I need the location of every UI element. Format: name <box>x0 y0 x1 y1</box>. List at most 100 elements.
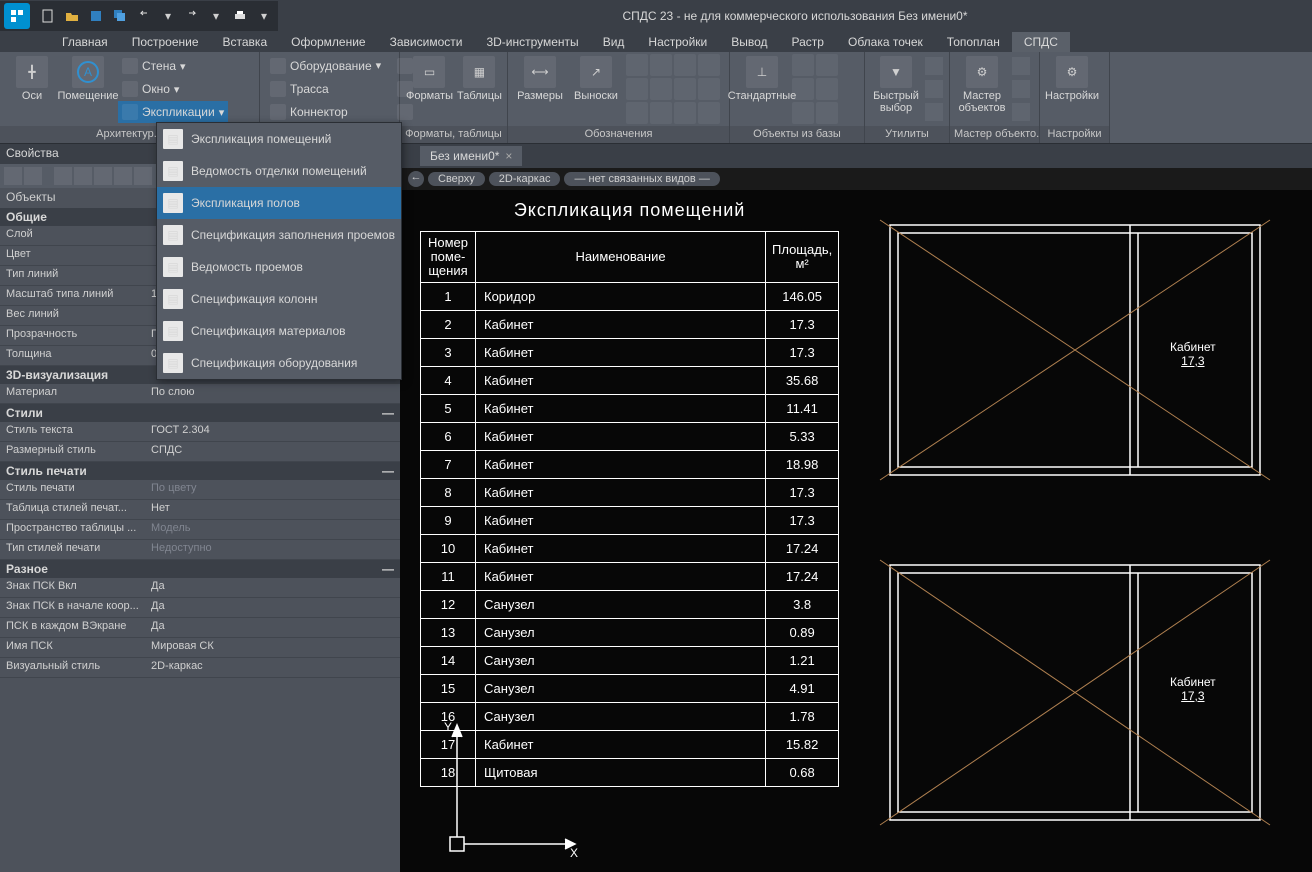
ribbon-tab[interactable]: Главная <box>50 32 120 52</box>
ribbon-tab[interactable]: Облака точек <box>836 32 935 52</box>
breadcrumb-item[interactable]: 2D-каркас <box>489 172 561 186</box>
prop-tool-icon[interactable] <box>134 167 152 185</box>
prop-row[interactable]: МатериалПо слою <box>0 384 400 404</box>
prop-row[interactable]: Таблица стилей печат...Нет <box>0 500 400 520</box>
collapse-icon[interactable]: — <box>382 464 394 478</box>
ribbon-tab[interactable]: Оформление <box>279 32 377 52</box>
leaders-button[interactable]: ↗Выноски <box>570 54 622 124</box>
notation-icon[interactable] <box>674 54 696 76</box>
model-space[interactable]: Экспликация помещений Номер поме- щения … <box>400 190 1312 872</box>
dropdown-item[interactable]: ▤Спецификация материалов <box>157 315 401 347</box>
prop-value[interactable]: Нет <box>145 500 400 519</box>
connector-button[interactable]: Коннектор <box>266 101 385 123</box>
notation-icon[interactable] <box>626 102 648 124</box>
prop-row[interactable]: Визуальный стиль2D-каркас <box>0 658 400 678</box>
app-logo[interactable] <box>4 3 30 29</box>
document-tab[interactable]: Без имени0*× <box>420 146 522 166</box>
open-icon[interactable] <box>62 6 82 26</box>
prop-value[interactable]: СПДС <box>145 442 400 461</box>
dropdown-item[interactable]: ▤Экспликация полов <box>157 187 401 219</box>
notation-icon[interactable] <box>626 54 648 76</box>
ribbon-tab[interactable]: СПДС <box>1012 32 1070 52</box>
dropdown-item[interactable]: ▤Спецификация оборудования <box>157 347 401 379</box>
dropdown-item[interactable]: ▤Экспликация помещений <box>157 123 401 155</box>
notation-icon[interactable] <box>674 78 696 100</box>
prop-section-header[interactable]: Стиль печати— <box>0 462 400 480</box>
quick-select-button[interactable]: ▼Быстрый выбор <box>871 54 921 124</box>
prop-value[interactable]: Да <box>145 618 400 637</box>
collapse-icon[interactable]: — <box>382 562 394 576</box>
tables-button[interactable]: ▦Таблицы <box>457 54 502 124</box>
prop-section-header[interactable]: Стили— <box>0 404 400 422</box>
undo-dropdown-icon[interactable]: ▾ <box>158 6 178 26</box>
prop-tool-icon[interactable] <box>74 167 92 185</box>
prop-tool-icon[interactable] <box>94 167 112 185</box>
prop-row[interactable]: Имя ПСКМировая СК <box>0 638 400 658</box>
breadcrumb-item[interactable]: ← <box>408 171 424 187</box>
room-button[interactable]: AПомещение <box>62 54 114 124</box>
db-icon[interactable] <box>792 102 814 124</box>
save-icon[interactable] <box>86 6 106 26</box>
db-icon[interactable] <box>792 78 814 100</box>
qat-more-icon[interactable]: ▾ <box>254 6 274 26</box>
prop-row[interactable]: Пространство таблицы ...Модель <box>0 520 400 540</box>
formats-button[interactable]: ▭Форматы <box>406 54 453 124</box>
redo-icon[interactable] <box>182 6 202 26</box>
prop-row[interactable]: ПСК в каждом ВЭкранеДа <box>0 618 400 638</box>
ribbon-tab[interactable]: Построение <box>120 32 211 52</box>
route-button[interactable]: Трасса <box>266 78 385 100</box>
prop-value[interactable]: Недоступно <box>145 540 400 559</box>
util-icon[interactable] <box>925 103 943 121</box>
notation-icon[interactable] <box>674 102 696 124</box>
close-icon[interactable]: × <box>505 149 512 163</box>
prop-section-header[interactable]: Разное— <box>0 560 400 578</box>
dropdown-item[interactable]: ▤Ведомость отделки помещений <box>157 155 401 187</box>
ribbon-tab[interactable]: Растр <box>780 32 836 52</box>
prop-value[interactable]: Да <box>145 598 400 617</box>
prop-value[interactable]: Мировая СК <box>145 638 400 657</box>
db-icon[interactable] <box>816 102 838 124</box>
ribbon-tab[interactable]: Вставка <box>211 32 280 52</box>
notation-icon[interactable] <box>626 78 648 100</box>
prop-value[interactable]: ГОСТ 2.304 <box>145 422 400 441</box>
undo-icon[interactable] <box>134 6 154 26</box>
prop-row[interactable]: Тип стилей печатиНедоступно <box>0 540 400 560</box>
prop-value[interactable]: Да <box>145 578 400 597</box>
prop-tool-icon[interactable] <box>24 167 42 185</box>
explication-button[interactable]: Экспликации ▾ <box>118 101 228 123</box>
prop-row[interactable]: Знак ПСК ВклДа <box>0 578 400 598</box>
notation-icon[interactable] <box>650 102 672 124</box>
new-icon[interactable] <box>38 6 58 26</box>
wiz-icon[interactable] <box>1012 57 1030 75</box>
breadcrumb-item[interactable]: — нет связанных видов — <box>564 172 719 186</box>
util-icon[interactable] <box>925 80 943 98</box>
wiz-icon[interactable] <box>1012 80 1030 98</box>
standard-button[interactable]: ⊥Стандартные <box>736 54 788 124</box>
dropdown-item[interactable]: ▤Ведомость проемов <box>157 251 401 283</box>
prop-value[interactable]: По слою <box>145 384 400 403</box>
dropdown-item[interactable]: ▤Спецификация заполнения проемов <box>157 219 401 251</box>
settings-button[interactable]: ⚙Настройки <box>1046 54 1098 124</box>
saveall-icon[interactable] <box>110 6 130 26</box>
ribbon-tab[interactable]: Топоплан <box>935 32 1012 52</box>
ribbon-tab[interactable]: Настройки <box>636 32 719 52</box>
notation-icon[interactable] <box>698 102 720 124</box>
wiz-icon[interactable] <box>1012 103 1030 121</box>
redo-dropdown-icon[interactable]: ▾ <box>206 6 226 26</box>
ribbon-tab[interactable]: 3D-инструменты <box>474 32 590 52</box>
prop-tool-icon[interactable] <box>4 167 22 185</box>
ribbon-tab[interactable]: Вид <box>591 32 637 52</box>
notation-icon[interactable] <box>650 54 672 76</box>
dimensions-button[interactable]: ⟷Размеры <box>514 54 566 124</box>
collapse-icon[interactable]: — <box>382 406 394 420</box>
prop-row[interactable]: Стиль печатиПо цвету <box>0 480 400 500</box>
notation-icon[interactable] <box>698 78 720 100</box>
prop-value[interactable]: 2D-каркас <box>145 658 400 677</box>
notation-icon[interactable] <box>650 78 672 100</box>
prop-value[interactable]: Модель <box>145 520 400 539</box>
object-wizard-button[interactable]: ⚙Мастер объектов <box>956 54 1008 124</box>
axes-button[interactable]: ╋Оси <box>6 54 58 124</box>
ribbon-tab[interactable]: Зависимости <box>378 32 475 52</box>
prop-value[interactable]: По цвету <box>145 480 400 499</box>
prop-row[interactable]: Размерный стильСПДС <box>0 442 400 462</box>
